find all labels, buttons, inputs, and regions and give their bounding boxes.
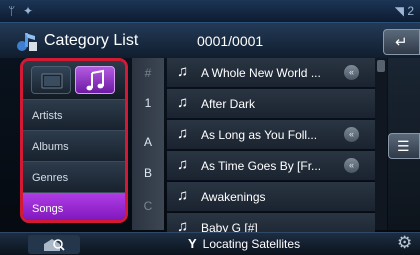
music-note-icon: ♫ <box>177 94 189 111</box>
song-list: ♫ A Whole New World ... « ♫ After Dark ♫… <box>167 58 375 236</box>
bluetooth-icon: ✦ <box>23 4 34 18</box>
text-scroll-icon[interactable]: « <box>344 65 359 80</box>
list-item[interactable]: ♫ Awakenings <box>167 182 375 212</box>
alpha-index-item[interactable]: 1 <box>132 96 164 110</box>
category-list-icon <box>17 33 37 51</box>
wifi-icon: ◥ <box>394 4 404 18</box>
category-item-songs[interactable]: Songs <box>23 192 125 220</box>
track-counter: 0001/0001 <box>197 33 264 49</box>
text-scroll-icon[interactable]: « <box>344 158 359 173</box>
text-scroll-icon[interactable]: « <box>344 127 359 142</box>
category-item-label: Songs <box>32 203 64 215</box>
status-right: ◥ 2 <box>395 4 414 18</box>
list-menu-button[interactable]: ☰ <box>388 133 420 159</box>
list-item[interactable]: ♫ As Long as You Foll... « <box>167 120 375 150</box>
status-right-text: 2 <box>407 4 414 18</box>
right-side-panel: ☰ <box>388 58 420 230</box>
antenna-icon: ᛘ <box>8 4 16 18</box>
category-item-label: Artists <box>32 110 63 122</box>
gps-status-text: Locating Satellites <box>202 237 301 251</box>
music-note-icon <box>86 69 104 91</box>
song-title: After Dark <box>201 97 256 111</box>
tab-music[interactable] <box>75 66 115 94</box>
music-note-icon: ♫ <box>177 156 189 173</box>
list-menu-icon: ☰ <box>397 138 410 154</box>
satellite-icon: Y <box>188 236 197 251</box>
alpha-index-item[interactable]: B <box>132 166 164 180</box>
list-item[interactable]: ♫ After Dark <box>167 89 375 119</box>
header: Category List 0001/0001 ↵ <box>0 23 420 58</box>
category-item-genres[interactable]: Genres <box>23 161 125 192</box>
status-bar: ᛘ ✦ ◥ 2 <box>0 0 420 23</box>
category-panel: Artists Albums Genres Songs <box>20 58 128 223</box>
music-note-icon: ♫ <box>177 187 189 204</box>
alphabet-index[interactable]: # 1 A B C <box>132 58 164 230</box>
category-item-label: Albums <box>32 141 69 153</box>
return-arrow-icon: ↵ <box>395 34 408 51</box>
film-icon <box>41 73 63 89</box>
song-title: As Time Goes By [Fr... <box>201 159 322 173</box>
alpha-index-item[interactable]: # <box>132 66 164 80</box>
list-item[interactable]: ♫ A Whole New World ... « <box>167 58 375 88</box>
back-button[interactable]: ↵ <box>383 29 420 55</box>
media-type-tabs <box>23 61 125 99</box>
page-title: Category List <box>44 32 139 49</box>
song-title: As Long as You Foll... <box>201 128 318 142</box>
song-title: Awakenings <box>201 190 266 204</box>
gps-status: Y Locating Satellites <box>188 236 300 251</box>
category-item-albums[interactable]: Albums <box>23 130 125 161</box>
bottom-bar: Y Locating Satellites ⚙ <box>0 232 420 255</box>
music-note-icon: ♫ <box>177 63 189 80</box>
search-button[interactable] <box>28 235 80 254</box>
category-item-artists[interactable]: Artists <box>23 99 125 130</box>
category-item-label: Genres <box>32 172 69 184</box>
music-note-icon: ♫ <box>177 125 189 142</box>
list-item[interactable]: ♫ As Time Goes By [Fr... « <box>167 151 375 181</box>
category-list-screen: ᛘ ✦ ◥ 2 Category List 0001/0001 ↵ Artist… <box>0 0 420 255</box>
tab-video[interactable] <box>31 66 71 94</box>
gear-icon[interactable]: ⚙ <box>397 233 412 253</box>
song-title: A Whole New World ... <box>201 66 321 80</box>
alpha-index-item[interactable]: A <box>132 135 164 149</box>
alpha-index-item[interactable]: C <box>132 199 164 213</box>
list-scrollbar[interactable] <box>375 58 387 230</box>
scrollbar-thumb[interactable] <box>377 60 385 72</box>
